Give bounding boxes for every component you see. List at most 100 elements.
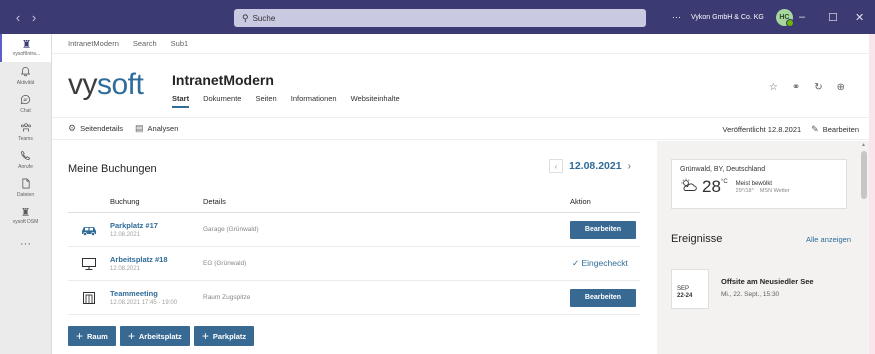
command-bar: ⚙ Seitendetails ▤ Analysen Veröffentlich… xyxy=(52,118,869,140)
back-arrow-icon[interactable]: ‹ xyxy=(16,10,20,25)
page-details-label: Seitendetails xyxy=(80,124,124,133)
add-workspace-button[interactable]: + Arbeitsplatz xyxy=(119,326,190,346)
site-nav-start[interactable]: Start xyxy=(172,94,190,108)
rail-item-label: Dateien xyxy=(16,192,35,198)
temperature-range: 29°/18° xyxy=(735,187,754,194)
checked-in-label: Eingecheckt xyxy=(581,258,628,268)
rail-item-label: Anrufe xyxy=(18,164,33,170)
rail-item-calls[interactable]: Anrufe xyxy=(0,146,51,174)
tab-search[interactable]: Search xyxy=(133,39,157,48)
booking-title[interactable]: Arbeitsplatz #18 xyxy=(110,255,203,264)
rail-item-label: Teams xyxy=(18,136,33,142)
site-nav-seiten[interactable]: Seiten xyxy=(255,94,276,108)
add-parking-button[interactable]: + Parkplatz xyxy=(193,326,255,346)
edit-page-button[interactable]: ✎ Bearbeiten xyxy=(811,124,859,135)
plus-icon: + xyxy=(76,329,84,343)
next-day-button[interactable]: › xyxy=(628,161,631,172)
site-title: IntranetModern xyxy=(172,72,274,88)
site-nav-websiteinhalte[interactable]: Websiteinhalte xyxy=(351,94,400,108)
page-details-button[interactable]: ⚙ Seitendetails xyxy=(68,123,123,134)
account-area: ··· Vykon GmbH & Co. KG HC xyxy=(672,0,794,34)
analytics-button[interactable]: ▤ Analysen xyxy=(135,123,178,134)
event-item[interactable]: SEP 22-24 Offsite am Neusiedler See Mi.,… xyxy=(671,269,855,309)
booking-cell: Arbeitsplatz #18 12.08.2021 xyxy=(110,255,203,272)
booking-details: Garage (Grünwald) xyxy=(203,226,259,233)
partly-cloudy-icon xyxy=(680,178,698,197)
date-navigator: ‹ 12.08.2021 › xyxy=(549,159,631,173)
show-all-events-link[interactable]: Alle anzeigen xyxy=(806,235,851,244)
logo-vy: vy xyxy=(68,68,98,101)
add-booking-buttons: + Raum + Arbeitsplatz + Parkplatz xyxy=(68,326,258,346)
car-icon xyxy=(68,224,110,236)
booking-date: 12.08.2021 xyxy=(110,266,141,272)
tab-bar: IntranetModern Search Sub1 xyxy=(52,34,869,54)
vysoft-logo[interactable]: vysoft xyxy=(68,68,144,102)
scroll-up-icon[interactable]: ▲ xyxy=(861,142,866,148)
column-details: Details xyxy=(203,197,226,206)
more-options-icon[interactable]: ··· xyxy=(672,12,681,22)
avatar[interactable]: HC xyxy=(775,8,794,27)
vysoft-app-icon: ♜ xyxy=(21,39,32,51)
booking-details: EG (Grünwald) xyxy=(203,260,247,267)
rail-item-activity[interactable]: Aktivität xyxy=(0,62,51,90)
minimize-icon[interactable]: – xyxy=(799,0,805,34)
booking-title[interactable]: Teammeeting xyxy=(110,289,203,298)
checkmark-icon: ✓ xyxy=(572,258,580,268)
maximize-icon[interactable]: ☐ xyxy=(828,0,838,34)
analytics-label: Analysen xyxy=(147,124,179,133)
tab-intranetmodern[interactable]: IntranetModern xyxy=(68,39,119,48)
table-row: Arbeitsplatz #18 12.08.2021 EG (Grünwald… xyxy=(68,247,640,281)
logo-soft: soft xyxy=(97,68,144,101)
tab-sub1[interactable]: Sub1 xyxy=(171,39,189,48)
booking-title[interactable]: Parkplatz #17 xyxy=(110,221,203,230)
rail-item-label: vysoft DSM xyxy=(12,219,39,225)
booking-date: 12.08.2021 xyxy=(110,232,141,238)
site-nav: Start Dokumente Seiten Informationen Web… xyxy=(172,94,414,108)
table-header: Buchung Details Aktion xyxy=(68,191,640,213)
published-date: Veröffentlicht 12.8.2021 xyxy=(722,124,802,134)
rail-item-more[interactable]: ··· xyxy=(0,230,51,258)
rail-item-vysoft-dsm[interactable]: ♜ vysoft DSM xyxy=(0,202,51,230)
refresh-icon[interactable]: ↻ xyxy=(814,82,822,93)
site-nav-dokumente[interactable]: Dokumente xyxy=(203,94,241,108)
rail-item-label: vysoftIntra... xyxy=(12,51,41,57)
close-icon[interactable]: ✕ xyxy=(855,0,864,34)
edit-booking-button[interactable]: Bearbeiten xyxy=(570,220,636,239)
search-input[interactable]: ⚲ Suche xyxy=(234,9,646,27)
temperature: 28 xyxy=(702,177,721,196)
bookings-section: Meine Buchungen ‹ 12.08.2021 › Buchung D… xyxy=(52,141,657,354)
site-actions: ☆ ⚭ ↻ ⊕ xyxy=(755,82,845,93)
forward-arrow-icon[interactable]: › xyxy=(32,10,36,25)
edit-booking-button[interactable]: Bearbeiten xyxy=(570,288,636,307)
scrollbar[interactable]: ▲ xyxy=(859,141,869,354)
share-link-icon[interactable]: ⚭ xyxy=(792,82,800,93)
pencil-icon: ✎ xyxy=(811,123,819,134)
plus-icon: + xyxy=(201,329,209,343)
phone-icon xyxy=(20,150,31,164)
rail-item-teams[interactable]: Teams xyxy=(0,118,51,146)
rail-item-vysoft-intranet[interactable]: ♜ vysoftIntra... xyxy=(0,34,51,62)
title-bar: ‹ › ⚲ Suche ··· Vykon GmbH & Co. KG HC –… xyxy=(0,0,875,34)
org-name[interactable]: Vykon GmbH & Co. KG xyxy=(691,14,764,21)
globe-icon[interactable]: ⊕ xyxy=(837,82,845,93)
weather-card[interactable]: Grünwald, BY, Deutschland 28 °C Meist be… xyxy=(671,159,847,209)
star-icon[interactable]: ☆ xyxy=(769,82,778,93)
site-nav-informationen[interactable]: Informationen xyxy=(291,94,337,108)
bell-icon xyxy=(20,66,31,80)
rail-item-label: Chat xyxy=(20,108,31,114)
booking-cell: Teammeeting 12.08.2021 17:45 - 19:00 xyxy=(110,289,203,306)
gear-icon: ⚙ xyxy=(68,123,77,133)
event-title: Offsite am Neusiedler See xyxy=(721,277,814,286)
previous-day-button[interactable]: ‹ xyxy=(549,159,563,173)
bookings-heading: Meine Buchungen xyxy=(68,163,157,175)
scrollbar-thumb[interactable] xyxy=(861,151,867,199)
rail-item-chat[interactable]: Chat xyxy=(0,90,51,118)
rail-item-files[interactable]: Dateien xyxy=(0,174,51,202)
current-date: 12.08.2021 xyxy=(569,160,622,172)
event-day-range: 22-24 xyxy=(677,293,693,299)
column-booking: Buchung xyxy=(110,197,140,206)
weather-source: MSN Wetter xyxy=(759,187,790,194)
booking-cell: Parkplatz #17 12.08.2021 xyxy=(110,221,203,238)
table-row: Parkplatz #17 12.08.2021 Garage (Grünwal… xyxy=(68,213,640,247)
add-room-button[interactable]: + Raum xyxy=(68,326,116,346)
